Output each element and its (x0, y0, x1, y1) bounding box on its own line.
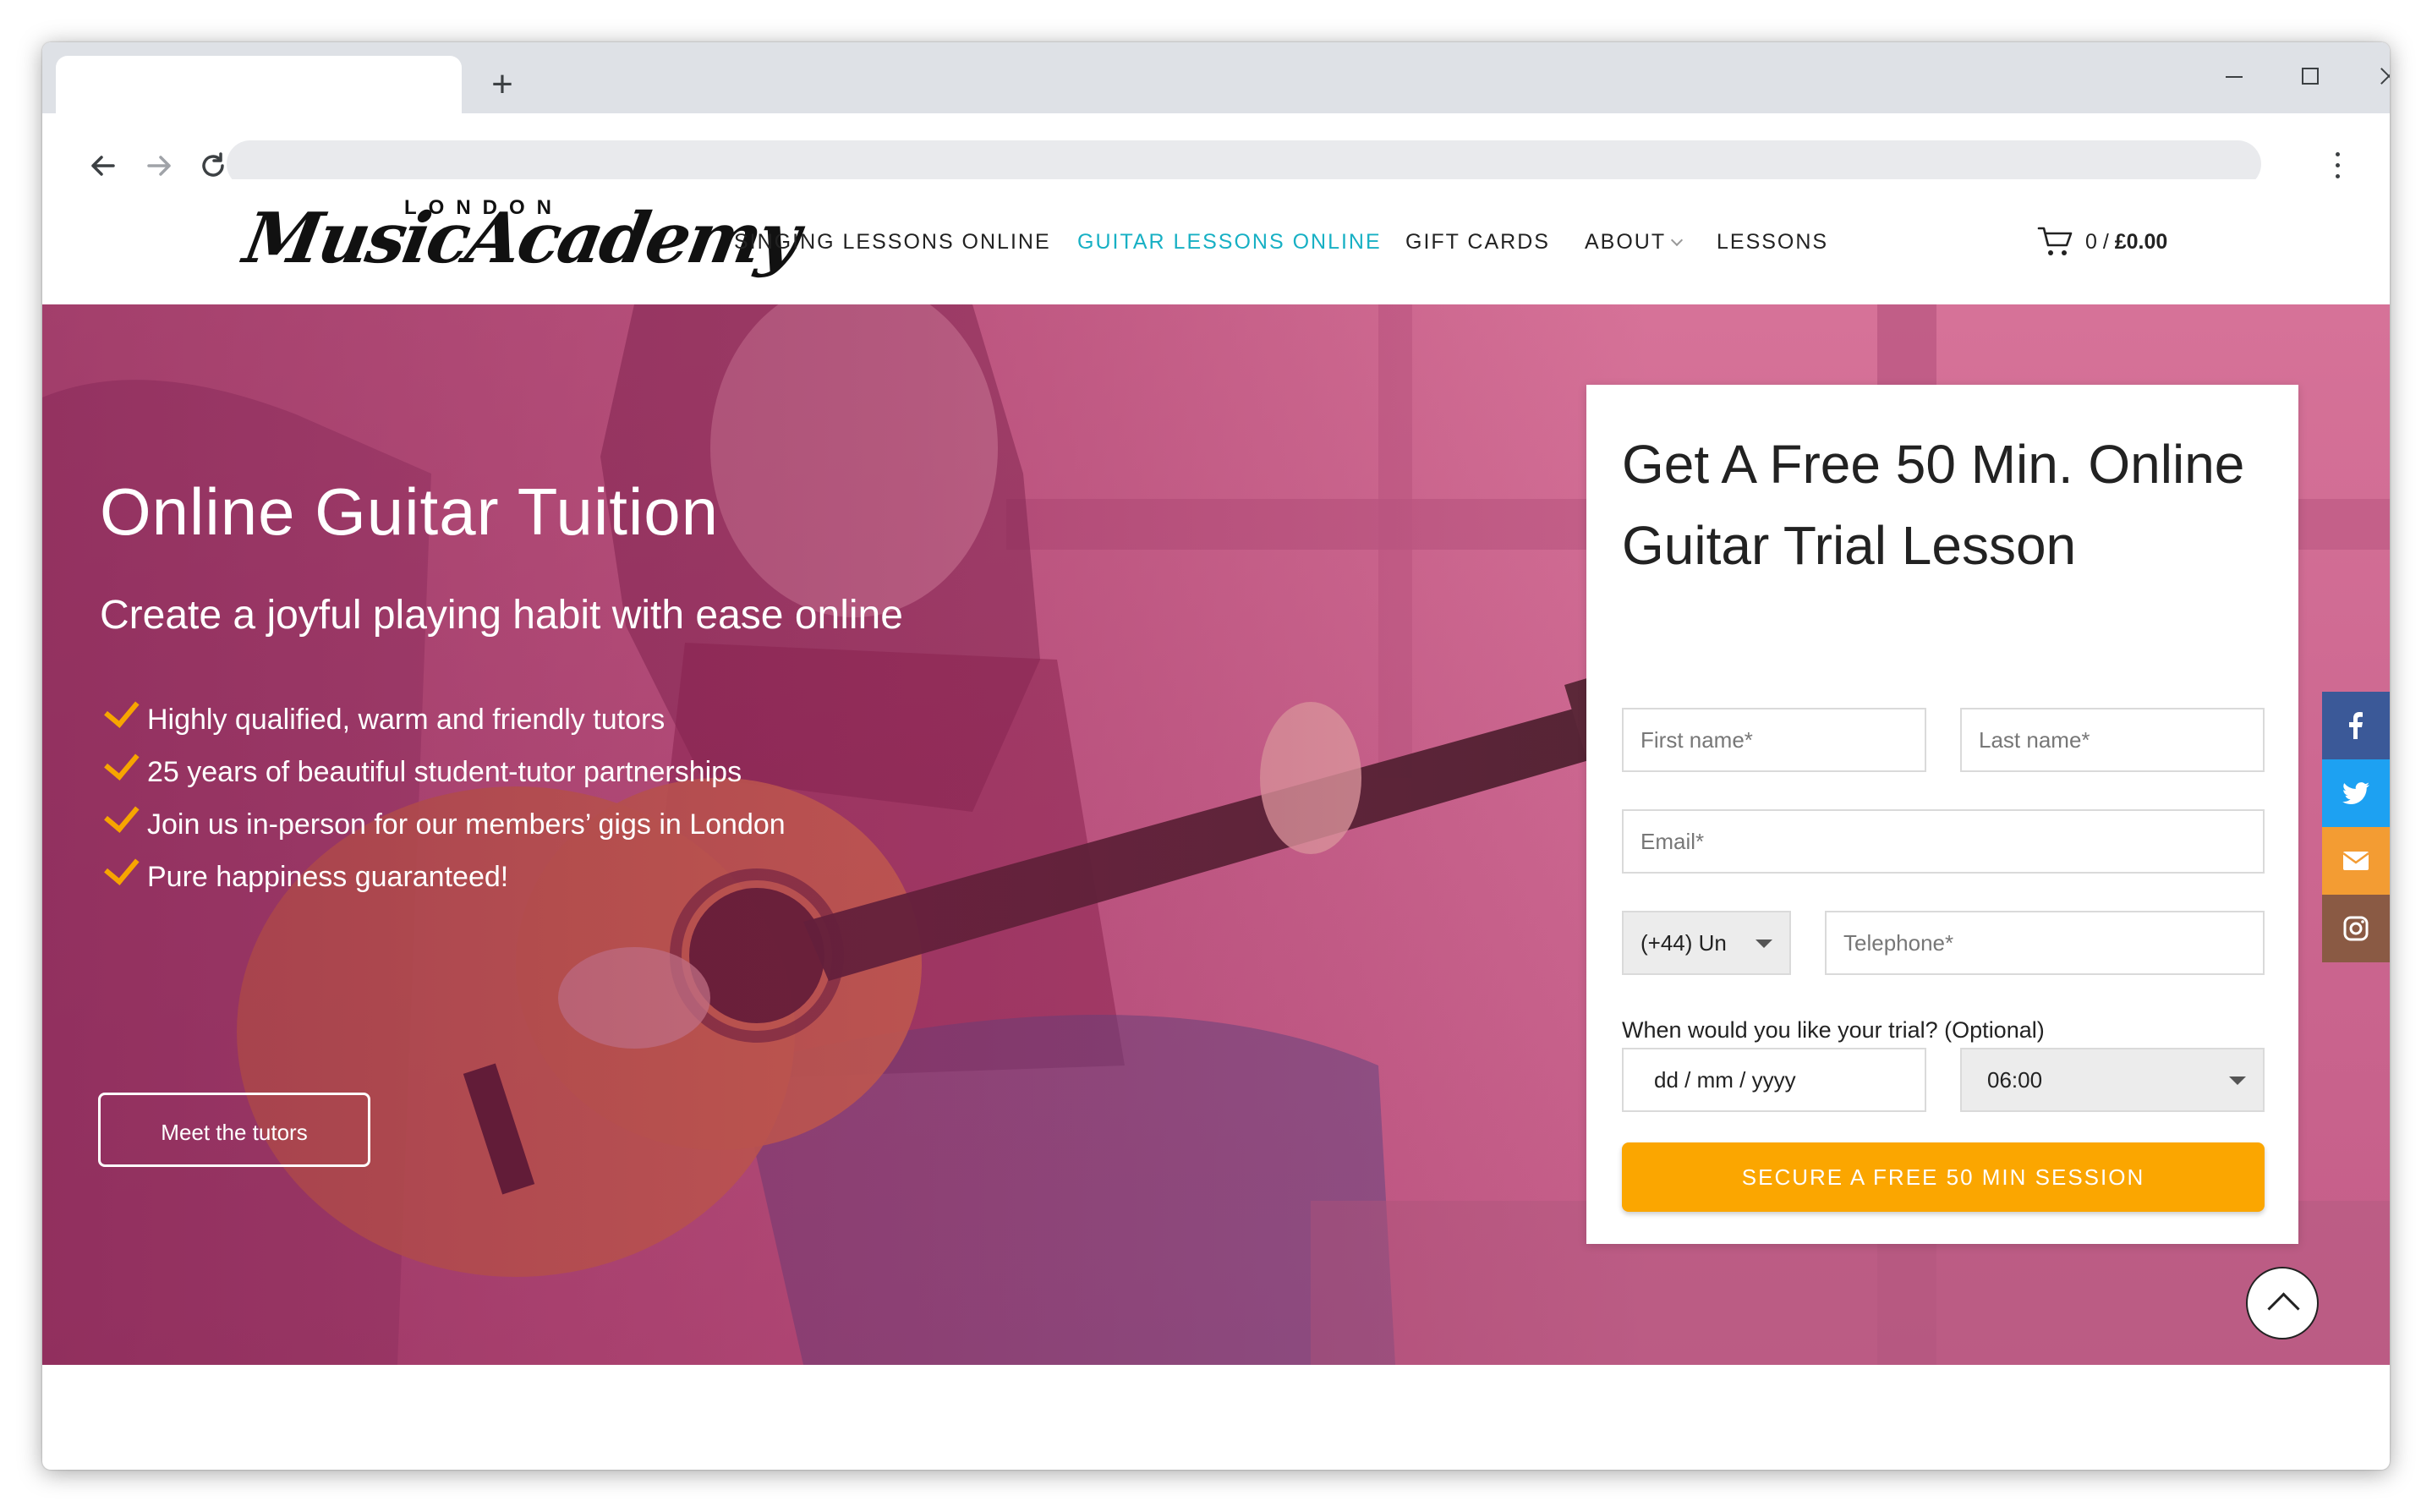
list-item: Pure happiness guaranteed! (103, 848, 786, 903)
tab-strip: + (42, 42, 2390, 113)
trial-date-input[interactable]: dd / mm / yyyy (1622, 1048, 1926, 1112)
benefit-list: Highly qualified, warm and friendly tuto… (103, 691, 786, 903)
country-code-value: (+44) Un (1641, 930, 1727, 956)
browser-tab[interactable] (56, 56, 462, 113)
email-icon (2342, 852, 2369, 870)
browser-window: + LONDON MusicAcademy SINGING LESSONS ON… (42, 42, 2390, 1470)
new-tab-button[interactable]: + (482, 64, 523, 105)
instagram-icon (2343, 916, 2369, 941)
nav-about-label: ABOUT (1585, 230, 1667, 254)
check-icon (104, 691, 140, 728)
email-field[interactable]: Email* (1622, 809, 2265, 874)
list-item: Highly qualified, warm and friendly tuto… (103, 691, 786, 746)
telephone-field[interactable]: Telephone* (1825, 911, 2265, 975)
dropdown-caret-icon (2229, 1076, 2246, 1085)
trial-time-label: When would you like your trial? (Optiona… (1622, 1017, 2045, 1043)
list-item: Join us in-person for our members’ gigs … (103, 796, 786, 851)
check-icon (104, 848, 140, 885)
nav-gift-cards[interactable]: GIFT CARDS (1405, 230, 1550, 255)
country-code-select[interactable]: (+44) Un (1622, 911, 1791, 975)
meet-tutors-button[interactable]: Meet the tutors (98, 1093, 370, 1167)
cart-icon (2037, 227, 2073, 255)
facebook-icon (2349, 712, 2363, 739)
dropdown-caret-icon (1756, 940, 1772, 948)
check-icon (104, 743, 140, 781)
form-title: Get A Free 50 Min. Online Guitar Trial L… (1622, 434, 2245, 576)
instagram-button[interactable] (2322, 895, 2390, 962)
submit-button[interactable]: SECURE A FREE 50 MIN SESSION (1622, 1142, 2265, 1212)
trial-time-value: 06:00 (1987, 1067, 2043, 1093)
check-icon (104, 796, 140, 833)
hero-section: Online Guitar Tuition Create a joyful pl… (42, 304, 2390, 1365)
minimize-icon[interactable] (2209, 56, 2259, 96)
hero-subtitle: Create a joyful playing habit with ease … (100, 593, 903, 638)
email-button[interactable] (2322, 827, 2390, 895)
cart-count: 0 / (2085, 230, 2109, 254)
first-name-field[interactable]: First name* (1622, 708, 1926, 772)
trial-time-select[interactable]: 06:00 (1960, 1048, 2265, 1112)
nav-singing-lessons[interactable]: SINGING LESSONS ONLINE (734, 230, 1051, 255)
nav-lessons[interactable]: LESSONS (1717, 230, 1828, 255)
twitter-button[interactable] (2322, 759, 2390, 827)
hero-title: Online Guitar Tuition (100, 474, 720, 549)
maximize-icon[interactable] (2285, 56, 2336, 96)
logo-script-text: MusicAcademy (238, 198, 804, 279)
chevron-down-icon (1671, 233, 1684, 247)
site-header: LONDON MusicAcademy SINGING LESSONS ONLI… (42, 179, 2390, 304)
nav-guitar-lessons[interactable]: GUITAR LESSONS ONLINE (1077, 230, 1382, 255)
facebook-button[interactable] (2322, 692, 2390, 759)
list-item: 25 years of beautiful student-tutor part… (103, 743, 786, 798)
twitter-icon (2342, 782, 2369, 804)
trial-form: Get A Free 50 Min. Online Guitar Trial L… (1586, 385, 2298, 1244)
close-icon[interactable] (2363, 56, 2390, 96)
scroll-to-top-button[interactable] (2246, 1267, 2319, 1339)
nav-about[interactable]: ABOUT (1585, 230, 1684, 255)
last-name-field[interactable]: Last name* (1960, 708, 2265, 772)
site-logo[interactable]: LONDON MusicAcademy (238, 189, 804, 291)
cart-total: £0.00 (2114, 230, 2168, 254)
